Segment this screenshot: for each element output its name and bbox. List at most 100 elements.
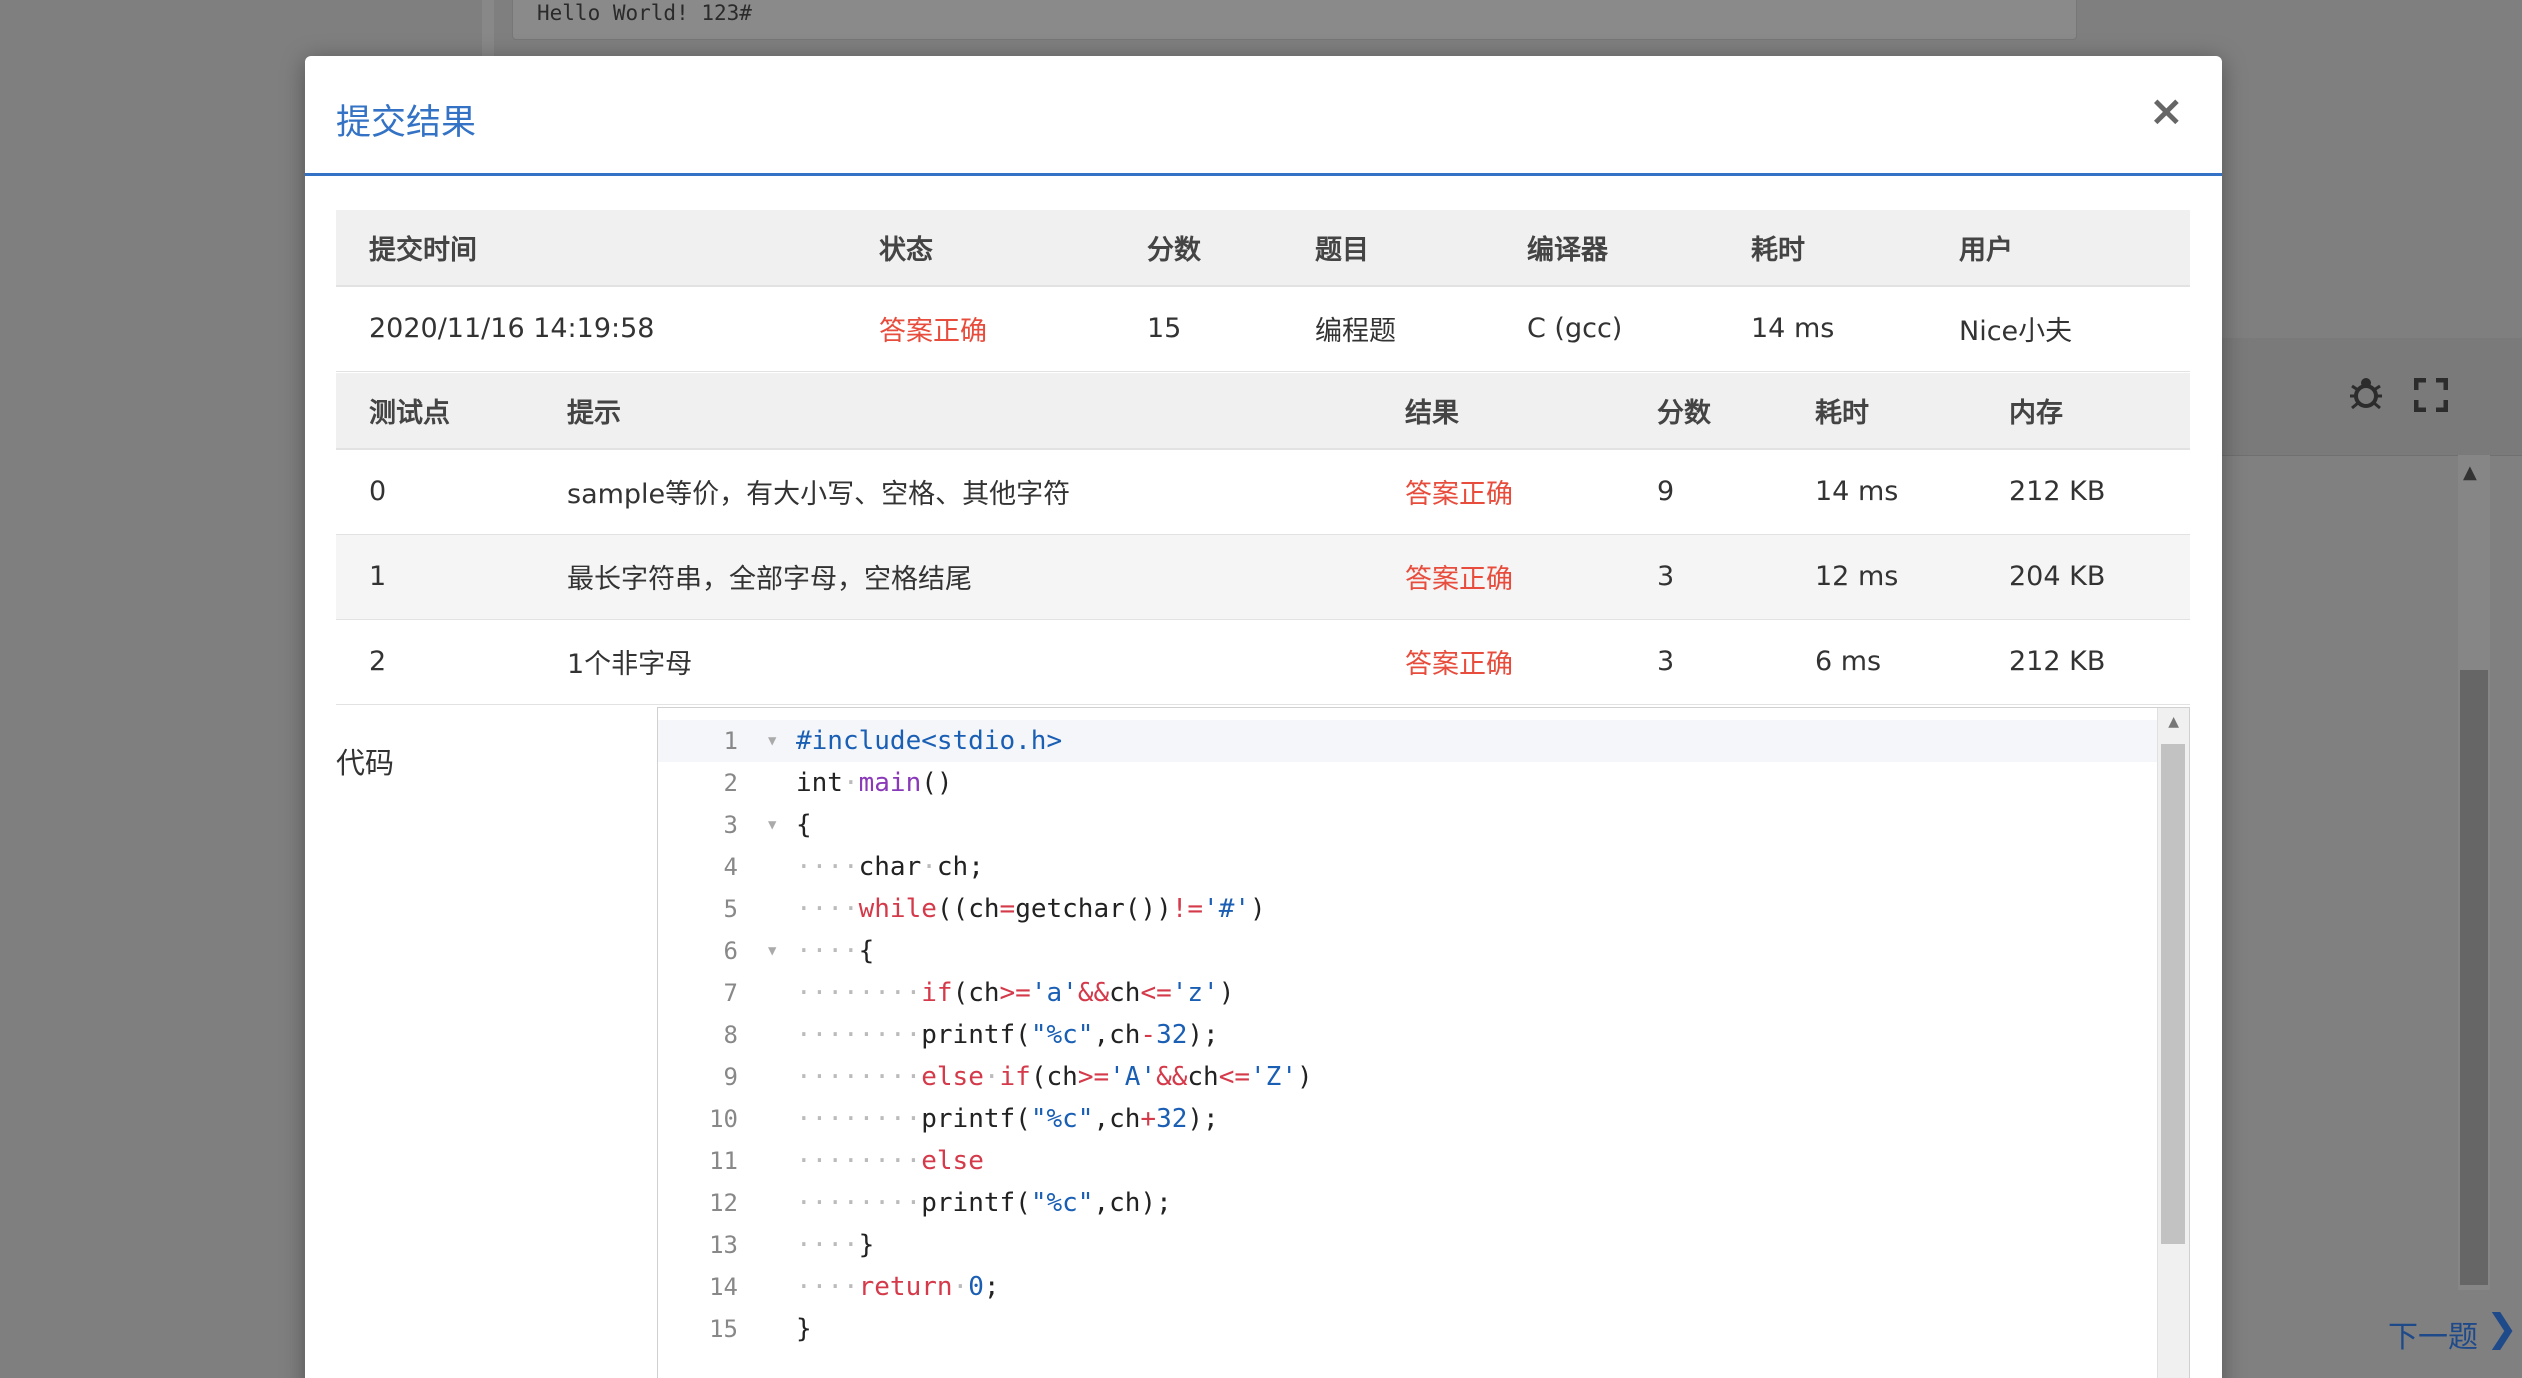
bug-icon[interactable]: [2348, 374, 2384, 421]
test-id: 1: [336, 534, 534, 620]
line-number: 9: [723, 1063, 738, 1091]
col-header: 耗时: [1718, 210, 1926, 287]
line-number: 6: [723, 937, 738, 965]
line-number: 13: [709, 1231, 738, 1259]
chevron-right-icon[interactable]: ❯: [2486, 1306, 2518, 1350]
col-header: 提交时间: [336, 210, 846, 287]
col-header: 分数: [1624, 373, 1782, 450]
line-number: 12: [709, 1189, 738, 1217]
code-line[interactable]: 14 ····return·0;: [658, 1266, 2189, 1308]
compiler: C (gcc): [1494, 286, 1718, 372]
code-text: #include<stdio.h>: [796, 726, 1063, 756]
test-memory: 204 KB: [1976, 534, 2190, 620]
code-scrollbar-thumb[interactable]: [2161, 744, 2185, 1244]
test-id: 0: [336, 449, 534, 535]
test-score: 3: [1624, 534, 1782, 620]
test-hint: 1个非字母: [534, 619, 1372, 705]
col-header: 内存: [1976, 373, 2190, 450]
bg-panel-edge: [482, 0, 494, 60]
code-line[interactable]: 12 ········printf("%c",ch);: [658, 1182, 2189, 1224]
submit-time: 2020/11/16 14:19:58: [336, 286, 846, 372]
test-cases-table: 测试点 提示 结果 分数 耗时 内存 0 sample等价，有大小写、空格、其他…: [336, 373, 2190, 705]
code-text: ········printf("%c",ch-32);: [796, 1020, 1219, 1050]
code-text: int·main(): [796, 768, 953, 798]
code-text: ········else: [796, 1146, 984, 1176]
fullscreen-icon[interactable]: [2413, 377, 2449, 421]
line-number: 1: [723, 727, 738, 755]
tests-header-row: 测试点 提示 结果 分数 耗时 内存: [336, 373, 2190, 450]
code-text: {: [796, 810, 812, 840]
code-line[interactable]: 10 ········printf("%c",ch+32);: [658, 1098, 2189, 1140]
code-text: ····char·ch;: [796, 852, 984, 882]
code-text: ····return·0;: [796, 1272, 1000, 1302]
code-line[interactable]: 2 int·main(): [658, 762, 2189, 804]
code-text: ········printf("%c",ch);: [796, 1188, 1172, 1218]
code-line[interactable]: 7 ········if(ch>='a'&&ch<='z'): [658, 972, 2189, 1014]
line-number: 11: [709, 1147, 738, 1175]
test-time: 12 ms: [1782, 534, 1976, 620]
modal-header: 提交结果 ×: [305, 56, 2222, 176]
code-line[interactable]: 8 ········printf("%c",ch-32);: [658, 1014, 2189, 1056]
bg-scroll-up-icon[interactable]: ▲: [2463, 462, 2477, 483]
code-line[interactable]: 11 ········else: [658, 1140, 2189, 1182]
close-icon[interactable]: ×: [2149, 86, 2184, 135]
status-badge: 答案正确: [846, 286, 1114, 372]
code-text: ········printf("%c",ch+32);: [796, 1104, 1219, 1134]
col-header: 结果: [1372, 373, 1624, 450]
col-header: 编译器: [1494, 210, 1718, 287]
code-text: }: [796, 1314, 812, 1344]
test-time: 14 ms: [1782, 449, 1976, 535]
code-line[interactable]: 4 ····char·ch;: [658, 846, 2189, 888]
output-box: Hello World! 123#: [512, 0, 2077, 40]
next-problem-link[interactable]: 下一题: [2388, 1312, 2478, 1356]
code-text: ····}: [796, 1230, 875, 1260]
code-lines[interactable]: 1 ▼ #include<stdio.h> 2 int·main() 3 ▼ {4 ····ch…: [658, 720, 2189, 1350]
code-text: ····{: [796, 936, 875, 966]
table-row: 2 1个非字母 答案正确 3 6 ms 212 KB: [336, 619, 2190, 705]
test-memory: 212 KB: [1976, 449, 2190, 535]
line-number: 3: [723, 811, 738, 839]
summary-table: 提交时间 状态 分数 题目 编译器 耗时 用户 2020/11/16 14:19…: [336, 210, 2190, 372]
fold-toggle-icon[interactable]: ▼: [768, 930, 776, 972]
user-name: Nice小夫: [1926, 286, 2190, 372]
line-number: 14: [709, 1273, 738, 1301]
bg-scrollbar-thumb[interactable]: [2460, 670, 2488, 1285]
line-number: 4: [723, 853, 738, 881]
code-editor[interactable]: 1 ▼ #include<stdio.h> 2 int·main() 3 ▼ {4 ····ch…: [657, 707, 2190, 1378]
elapsed-time: 14 ms: [1718, 286, 1926, 372]
scroll-up-icon[interactable]: ▲: [2168, 714, 2179, 730]
col-header: 题目: [1282, 210, 1494, 287]
fold-toggle-icon[interactable]: ▼: [768, 804, 776, 846]
code-scrollbar[interactable]: ▲ ▼: [2157, 708, 2189, 1378]
col-header: 分数: [1114, 210, 1282, 287]
code-line[interactable]: 5 ····while((ch=getchar())!='#'): [658, 888, 2189, 930]
code-text: ········else·if(ch>='A'&&ch<='Z'): [796, 1062, 1313, 1092]
fold-toggle-icon[interactable]: ▼: [768, 720, 776, 762]
col-header: 状态: [846, 210, 1114, 287]
table-row: 0 sample等价，有大小写、空格、其他字符 答案正确 9 14 ms 212…: [336, 449, 2190, 535]
line-number: 5: [723, 895, 738, 923]
line-number: 10: [709, 1105, 738, 1133]
test-hint: sample等价，有大小写、空格、其他字符: [534, 449, 1372, 535]
col-header: 用户: [1926, 210, 2190, 287]
code-text: ····while((ch=getchar())!='#'): [796, 894, 1266, 924]
code-line[interactable]: 6 ▼ ····{: [658, 930, 2189, 972]
test-result: 答案正确: [1372, 619, 1624, 705]
col-header: 耗时: [1782, 373, 1976, 450]
line-number: 15: [709, 1315, 738, 1343]
code-line[interactable]: 3 ▼ {: [658, 804, 2189, 846]
col-header: 提示: [534, 373, 1372, 450]
line-number: 8: [723, 1021, 738, 1049]
code-line[interactable]: 13 ····}: [658, 1224, 2189, 1266]
col-header: 测试点: [336, 373, 534, 450]
code-line[interactable]: 9 ········else·if(ch>='A'&&ch<='Z'): [658, 1056, 2189, 1098]
code-text: ········if(ch>='a'&&ch<='z'): [796, 978, 1235, 1008]
code-label: 代码: [336, 746, 395, 780]
test-memory: 212 KB: [1976, 619, 2190, 705]
code-line[interactable]: 1 ▼ #include<stdio.h>: [658, 720, 2189, 762]
summary-row: 2020/11/16 14:19:58 答案正确 15 编程题 C (gcc) …: [336, 286, 2190, 372]
line-number: 2: [723, 769, 738, 797]
test-id: 2: [336, 619, 534, 705]
output-text: Hello World! 123#: [537, 1, 752, 25]
code-line[interactable]: 15}: [658, 1308, 2189, 1350]
